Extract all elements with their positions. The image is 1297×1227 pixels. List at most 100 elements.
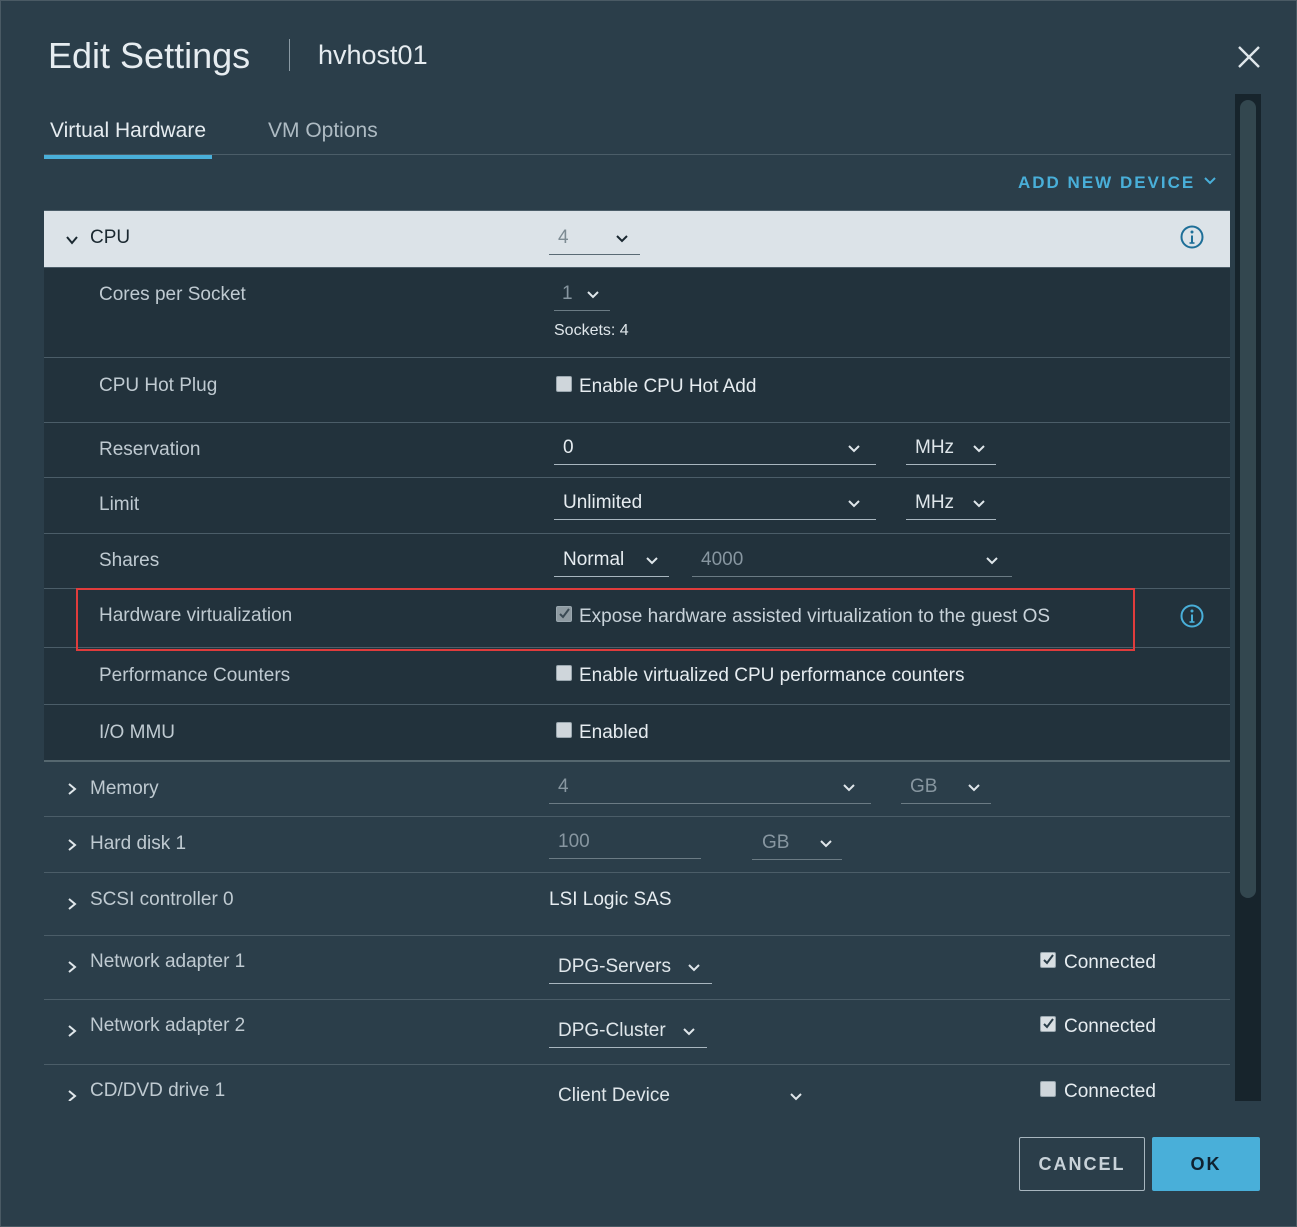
memory-row[interactable]: Memory 4 GB [44, 762, 1230, 817]
chevron-down-icon [843, 784, 855, 792]
shares-label: Shares [99, 550, 160, 571]
chevron-down-icon [646, 557, 658, 565]
edit-settings-dialog: Edit Settings hvhost01 Virtual Hardware … [0, 0, 1297, 1227]
reservation-unit-select[interactable]: MHz [906, 433, 996, 465]
cd-dvd-drive-select[interactable]: Client Device [549, 1081, 809, 1101]
performance-counters-text: Enable virtualized CPU performance count… [579, 665, 965, 686]
chevron-right-icon[interactable] [65, 782, 79, 796]
network-adapter-2-select[interactable]: DPG-Cluster [549, 1016, 707, 1048]
close-icon[interactable] [1235, 43, 1263, 71]
memory-value: 4 [558, 776, 569, 797]
cpu-hot-add-checkbox[interactable] [556, 376, 572, 392]
limit-unit-select[interactable]: MHz [906, 488, 996, 520]
tab-vm-options[interactable]: VM Options [262, 119, 384, 155]
shares-level-select[interactable]: Normal [554, 545, 669, 577]
chevron-down-icon [1204, 177, 1216, 185]
hardware-grid: CPU 4 Cores per Socket 1 Sockets: 4 CPU … [44, 210, 1230, 1101]
chevron-right-icon[interactable] [65, 1024, 79, 1038]
memory-select[interactable]: 4 [549, 772, 871, 804]
performance-counters-row: Performance Counters Enable virtualized … [44, 648, 1230, 705]
limit-value: Unlimited [563, 492, 643, 513]
network-adapter-1-select[interactable]: DPG-Servers [549, 952, 712, 984]
reservation-label: Reservation [99, 439, 201, 460]
chevron-down-icon [848, 500, 860, 508]
chevron-down-icon [973, 445, 985, 453]
ok-button[interactable]: OK [1152, 1137, 1260, 1191]
chevron-down-icon [973, 500, 985, 508]
cancel-button[interactable]: CANCEL [1019, 1137, 1145, 1191]
cd-dvd-drive-connected-label: Connected [1064, 1081, 1156, 1101]
limit-select[interactable]: Unlimited [554, 488, 876, 520]
hardware-virtualization-checkbox[interactable] [556, 606, 572, 622]
hard-disk-row[interactable]: Hard disk 1 100 GB [44, 817, 1230, 873]
checkmark-icon [1043, 1018, 1054, 1029]
info-icon[interactable] [1180, 225, 1204, 249]
reservation-unit: MHz [915, 437, 955, 458]
sockets-text: Sockets: 4 [554, 322, 629, 339]
cpu-hot-plug-row: CPU Hot Plug Enable CPU Hot Add [44, 358, 1230, 423]
hard-disk-label: Hard disk 1 [90, 833, 187, 854]
cpu-count-select[interactable]: 4 [549, 223, 640, 255]
network-adapter-2-row[interactable]: Network adapter 2 DPG-Cluster Connected [44, 1000, 1230, 1065]
memory-unit: GB [910, 776, 938, 797]
scrollbar[interactable] [1235, 94, 1261, 1101]
chevron-down-icon [820, 840, 832, 848]
cd-dvd-drive-label: CD/DVD drive 1 [90, 1080, 226, 1101]
cores-per-socket-value: 1 [562, 283, 573, 304]
network-adapter-2-connected-checkbox[interactable] [1040, 1016, 1056, 1032]
chevron-down-icon[interactable] [65, 233, 79, 247]
scsi-controller-label: SCSI controller 0 [90, 889, 234, 910]
info-icon[interactable] [1180, 604, 1204, 628]
network-adapter-1-value: DPG-Servers [558, 956, 671, 977]
add-new-device-label: ADD NEW DEVICE [1018, 173, 1196, 192]
cd-dvd-drive-connected-checkbox[interactable] [1040, 1081, 1056, 1097]
chevron-down-icon [688, 964, 700, 972]
scsi-controller-value: LSI Logic SAS [549, 889, 672, 910]
io-mmu-text: Enabled [579, 722, 649, 743]
add-new-device-button[interactable]: ADD NEW DEVICE [1018, 173, 1216, 193]
cpu-row[interactable]: CPU 4 [44, 211, 1230, 268]
cpu-hot-plug-label: CPU Hot Plug [99, 375, 218, 396]
cd-dvd-drive-row[interactable]: CD/DVD drive 1 Client Device Connected [44, 1065, 1230, 1101]
network-adapter-1-label: Network adapter 1 [90, 951, 246, 972]
chevron-right-icon[interactable] [65, 960, 79, 974]
chevron-down-icon [986, 557, 998, 565]
io-mmu-checkbox[interactable] [556, 722, 572, 738]
checkmark-icon [559, 608, 570, 619]
chevron-down-icon [683, 1028, 695, 1036]
hardware-virtualization-text: Expose hardware assisted virtualization … [579, 606, 1051, 627]
chevron-down-icon [790, 1093, 802, 1101]
limit-label: Limit [99, 494, 140, 515]
io-mmu-row: I/O MMU Enabled [44, 705, 1230, 762]
reservation-value: 0 [563, 437, 574, 458]
network-adapter-1-connected-checkbox[interactable] [1040, 952, 1056, 968]
limit-unit: MHz [915, 492, 955, 513]
cd-dvd-drive-value: Client Device [558, 1085, 670, 1101]
reservation-select[interactable]: 0 [554, 433, 876, 465]
cpu-hot-add-text: Enable CPU Hot Add [579, 376, 757, 397]
chevron-right-icon[interactable] [65, 1089, 79, 1101]
scrollbar-thumb[interactable] [1240, 100, 1256, 898]
scsi-controller-row[interactable]: SCSI controller 0 LSI Logic SAS [44, 873, 1230, 936]
cpu-label: CPU [90, 227, 131, 248]
chevron-right-icon[interactable] [65, 897, 79, 911]
shares-level-value: Normal [563, 549, 625, 570]
hardware-virtualization-row: Hardware virtualization Expose hardware … [44, 589, 1230, 648]
cores-per-socket-label: Cores per Socket [99, 284, 246, 305]
memory-unit-select[interactable]: GB [901, 772, 991, 804]
hard-disk-value: 100 [558, 831, 590, 852]
chevron-down-icon [587, 291, 599, 299]
memory-label: Memory [90, 778, 159, 799]
cores-per-socket-row: Cores per Socket 1 Sockets: 4 [44, 268, 1230, 358]
chevron-right-icon[interactable] [65, 838, 79, 852]
shares-value-select[interactable]: 4000 [692, 545, 1012, 577]
chevron-down-icon [848, 445, 860, 453]
hard-disk-unit: GB [762, 832, 790, 853]
network-adapter-1-row[interactable]: Network adapter 1 DPG-Servers Connected [44, 936, 1230, 1000]
hard-disk-unit-select[interactable]: GB [752, 828, 842, 860]
performance-counters-checkbox[interactable] [556, 665, 572, 681]
cores-per-socket-select[interactable]: 1 [554, 279, 610, 311]
tab-virtual-hardware[interactable]: Virtual Hardware [44, 119, 213, 159]
hard-disk-size-input[interactable]: 100 [549, 827, 701, 859]
reservation-row: Reservation 0 MHz [44, 423, 1230, 478]
